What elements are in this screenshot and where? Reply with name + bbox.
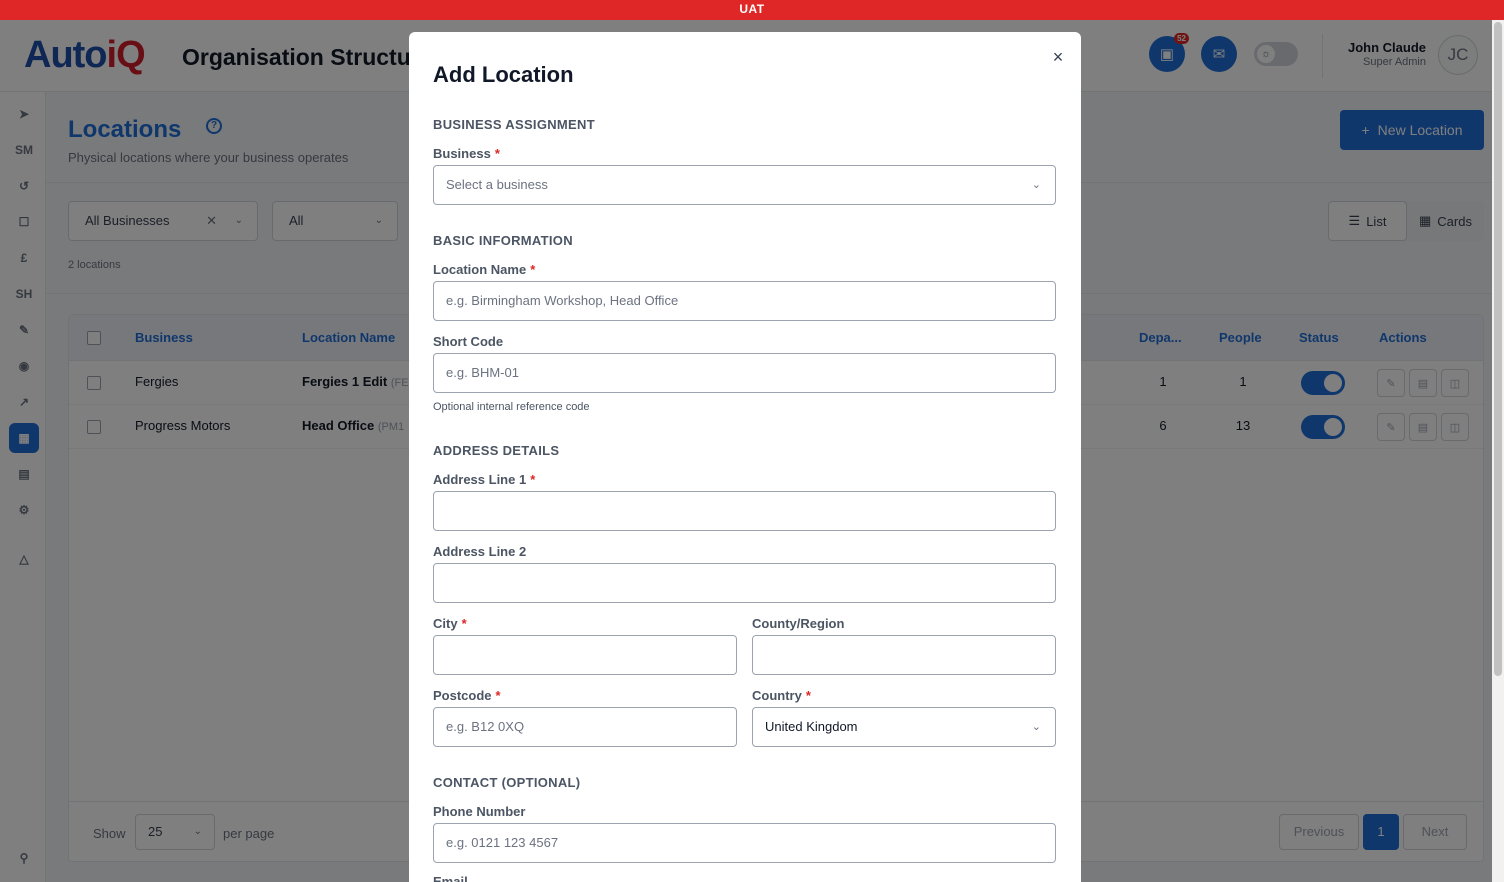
scrollbar-thumb[interactable] bbox=[1494, 22, 1502, 676]
location-name-label-text: Location Name bbox=[433, 262, 527, 277]
environment-banner: UAT bbox=[0, 0, 1504, 20]
country-label: Country * bbox=[752, 688, 811, 703]
section-contact: CONTACT (OPTIONAL) bbox=[433, 775, 581, 790]
business-select[interactable]: Select a business ⌄ bbox=[433, 165, 1056, 205]
postcode-input[interactable]: e.g. B12 0XQ bbox=[433, 707, 737, 747]
city-label: City * bbox=[433, 616, 467, 631]
phone-label: Phone Number bbox=[433, 804, 526, 819]
chevron-down-icon: ⌄ bbox=[1031, 179, 1041, 191]
required-marker: * bbox=[805, 688, 811, 703]
required-marker: * bbox=[530, 472, 536, 487]
business-label: Business * bbox=[433, 146, 500, 161]
address-line-1-input[interactable] bbox=[433, 491, 1056, 531]
business-label-text: Business bbox=[433, 146, 491, 161]
section-basic-information: BASIC INFORMATION bbox=[433, 233, 573, 248]
close-icon[interactable]: × bbox=[1047, 46, 1069, 68]
country-select-value: United Kingdom bbox=[765, 719, 858, 734]
add-location-modal: Add Location × BUSINESS ASSIGNMENT Busin… bbox=[409, 32, 1081, 882]
city-label-text: City bbox=[433, 616, 458, 631]
location-name-label: Location Name * bbox=[433, 262, 535, 277]
phone-input[interactable]: e.g. 0121 123 4567 bbox=[433, 823, 1056, 863]
short-code-input[interactable]: e.g. BHM-01 bbox=[433, 353, 1056, 393]
section-address-details: ADDRESS DETAILS bbox=[433, 443, 560, 458]
address-line-2-label: Address Line 2 bbox=[433, 544, 527, 559]
address-line-1-label: Address Line 1 * bbox=[433, 472, 535, 487]
page-scrollbar[interactable] bbox=[1492, 20, 1504, 882]
postcode-label-text: Postcode bbox=[433, 688, 492, 703]
short-code-label: Short Code bbox=[433, 334, 504, 349]
short-code-help: Optional internal reference code bbox=[433, 401, 590, 413]
required-marker: * bbox=[461, 616, 467, 631]
required-marker: * bbox=[495, 688, 501, 703]
city-input[interactable] bbox=[433, 635, 737, 675]
chevron-down-icon: ⌄ bbox=[1031, 721, 1041, 733]
required-marker: * bbox=[494, 146, 500, 161]
section-business-assignment: BUSINESS ASSIGNMENT bbox=[433, 117, 595, 132]
county-label: County/Region bbox=[752, 616, 845, 631]
country-label-text: Country bbox=[752, 688, 802, 703]
address-line-2-input[interactable] bbox=[433, 563, 1056, 603]
modal-title: Add Location bbox=[433, 62, 574, 87]
required-marker: * bbox=[530, 262, 536, 277]
business-select-placeholder: Select a business bbox=[446, 177, 548, 192]
country-select[interactable]: United Kingdom ⌄ bbox=[752, 707, 1056, 747]
postcode-label: Postcode * bbox=[433, 688, 501, 703]
address-line-1-label-text: Address Line 1 bbox=[433, 472, 527, 487]
location-name-input[interactable]: e.g. Birmingham Workshop, Head Office bbox=[433, 281, 1056, 321]
email-label: Email bbox=[433, 874, 468, 882]
county-input[interactable] bbox=[752, 635, 1056, 675]
